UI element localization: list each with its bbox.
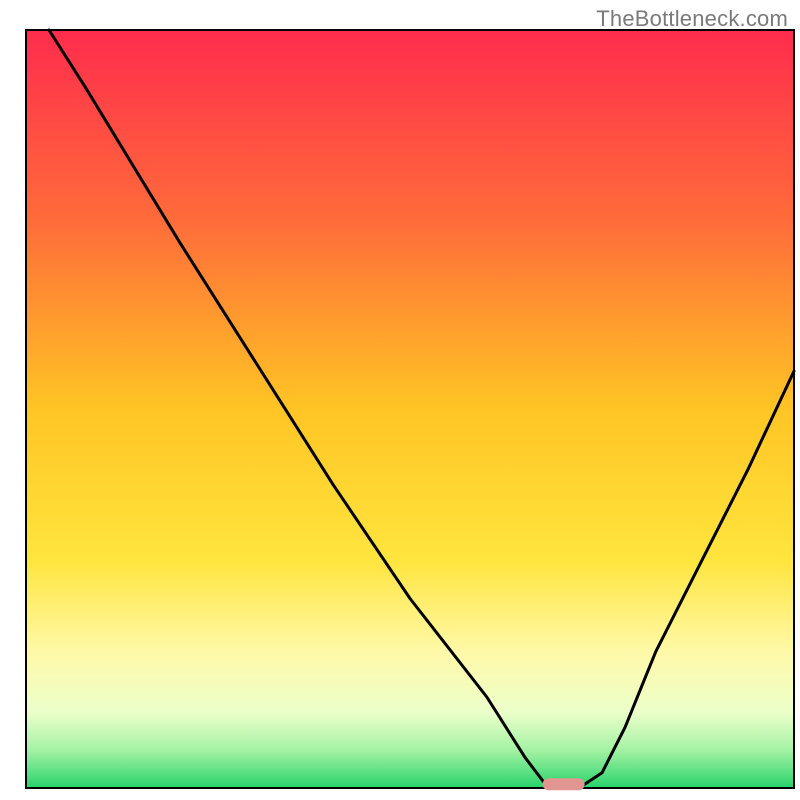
current-position-marker (543, 778, 585, 790)
chart-container: TheBottleneck.com (0, 0, 800, 800)
bottleneck-chart (0, 0, 800, 800)
attribution-link[interactable]: TheBottleneck.com (596, 6, 788, 32)
heat-field (26, 30, 794, 788)
